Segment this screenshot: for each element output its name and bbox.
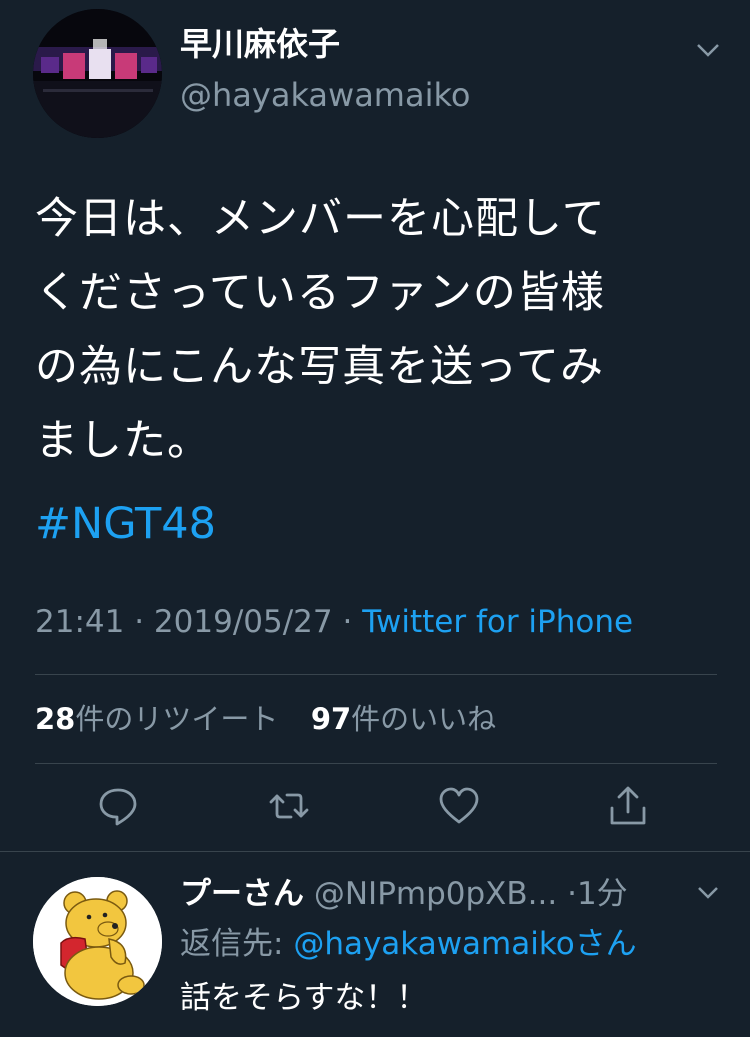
retweet-count: 28 (35, 702, 76, 736)
tweet-stats: 28件のリツイート 97件のいいね (35, 697, 496, 741)
tweet-meta: 21:41 · 2019/05/27 · Twitter for iPhone (35, 600, 633, 644)
reply-to-handle: @hayakawamaiko (293, 926, 575, 962)
author-avatar[interactable] (33, 9, 162, 138)
heart-icon (439, 787, 479, 824)
reply-button[interactable] (96, 784, 140, 828)
reply-header: プーさん @NIPmp0pXB... ·1分 (180, 872, 628, 916)
meta-separator: · (134, 604, 145, 640)
tweet-date: 2019/05/27 (153, 604, 333, 640)
tweet-text: 今日は、メンバーを心配して くださっているファンの皆様 の為にこんな写真を送って… (35, 182, 725, 478)
reply-author-name[interactable]: プーさん (180, 876, 304, 912)
share-button[interactable] (606, 784, 650, 828)
divider (35, 763, 717, 764)
reply-to-handle-link[interactable]: @hayakawamaikoさん (293, 926, 636, 962)
chevron-down-icon[interactable] (695, 884, 721, 902)
like-stat[interactable]: 97件のいいね (311, 702, 496, 736)
chevron-down-icon[interactable] (694, 40, 722, 60)
stage-photo-avatar-icon (33, 9, 162, 138)
divider (0, 851, 750, 852)
tweet-text-line: くださっているファンの皆様 (35, 268, 605, 318)
reply-to-suffix: さん (574, 926, 637, 962)
reply-to-label: 返信先: (180, 926, 284, 962)
tweet-text-line: の為にこんな写真を送ってみ (35, 342, 604, 392)
retweet-label: 件のリツイート (75, 702, 279, 736)
pooh-bear-avatar-icon (33, 877, 162, 1006)
reply-icon (99, 788, 137, 826)
tweet-time: 21:41 (35, 604, 125, 640)
like-label: 件のいいね (351, 702, 497, 736)
reply-to-line: 返信先: @hayakawamaikoさん (180, 922, 637, 966)
tweet-text-line: ました。 (35, 416, 211, 466)
reply-time: ·1分 (567, 876, 628, 912)
retweet-icon (269, 793, 309, 819)
meta-separator: · (342, 604, 353, 640)
reply-author-avatar[interactable] (33, 877, 162, 1006)
tweet-source-link[interactable]: Twitter for iPhone (362, 604, 633, 640)
retweet-button[interactable] (267, 784, 311, 828)
author-handle[interactable]: @hayakawamaiko (180, 73, 470, 117)
like-count: 97 (310, 702, 352, 736)
author-display-name[interactable]: 早川麻依子 (180, 22, 340, 66)
reply-author-handle[interactable]: @NIPmp0pXB... (314, 876, 557, 912)
tweet-text-line: 今日は、メンバーを心配して (35, 194, 606, 244)
share-icon (610, 786, 646, 825)
like-button[interactable] (437, 784, 481, 828)
reply-text: 話をそらすな！！ (180, 980, 428, 1016)
retweet-stat[interactable]: 28件のリツイート (35, 702, 278, 736)
hashtag-link[interactable]: #NGT48 (35, 494, 216, 554)
divider (35, 674, 717, 675)
